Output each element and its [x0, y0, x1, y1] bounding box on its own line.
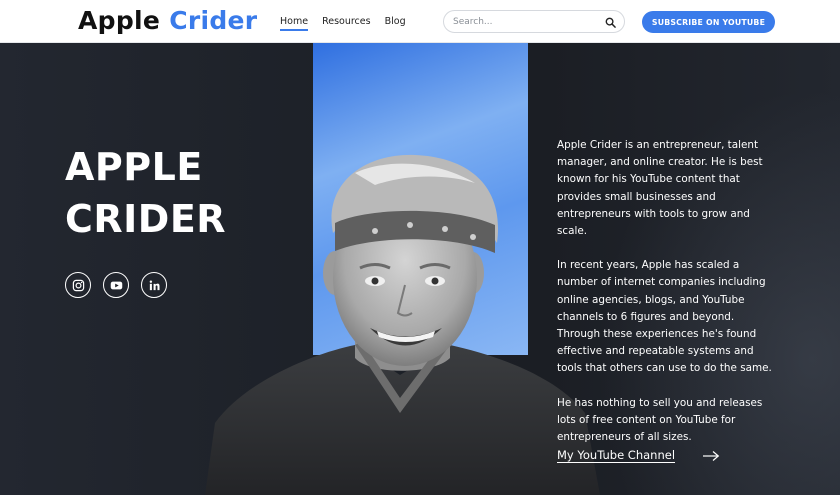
portrait-image [205, 154, 600, 495]
youtube-link[interactable] [103, 272, 129, 298]
bio-paragraph-3: He has nothing to sell you and releases … [557, 396, 763, 444]
youtube-icon [110, 281, 122, 289]
nav-home[interactable]: Home [280, 16, 309, 31]
search-icon[interactable] [605, 17, 616, 28]
nav-resources[interactable]: Resources [322, 16, 371, 31]
hero-title-line1: APPLE [65, 145, 203, 189]
bio-text: Apple Crider is an entrepreneur, talent … [557, 137, 779, 463]
site-header: Apple Crider Home Resources Blog SUBSCRI… [0, 0, 840, 43]
linkedin-link[interactable] [141, 272, 167, 298]
social-links [65, 272, 167, 298]
bio-paragraph-1: Apple Crider is an entrepreneur, talent … [557, 139, 763, 238]
hero-title-line2: CRIDER [65, 197, 227, 241]
linkedin-icon [149, 279, 160, 290]
youtube-channel-link[interactable]: My YouTube Channel [557, 448, 675, 462]
search-input[interactable] [453, 15, 598, 29]
hero-section: APPLE CRIDER Apple Crider is an entrepre… [0, 43, 840, 495]
search-box [443, 10, 625, 33]
site-logo[interactable]: Apple Crider [78, 6, 257, 35]
instagram-icon [72, 279, 84, 291]
main-nav: Home Resources Blog [280, 16, 406, 31]
nav-blog[interactable]: Blog [385, 16, 406, 31]
hero-title: APPLE CRIDER [65, 141, 226, 245]
bio-paragraph-2: In recent years, Apple has scaled a numb… [557, 259, 772, 375]
arrow-right-icon[interactable] [702, 450, 720, 462]
logo-word-apple: Apple [78, 6, 161, 35]
logo-word-crider: Crider [169, 6, 258, 35]
subscribe-youtube-button[interactable]: SUBSCRIBE ON YOUTUBE [642, 11, 775, 33]
instagram-link[interactable] [65, 272, 91, 298]
